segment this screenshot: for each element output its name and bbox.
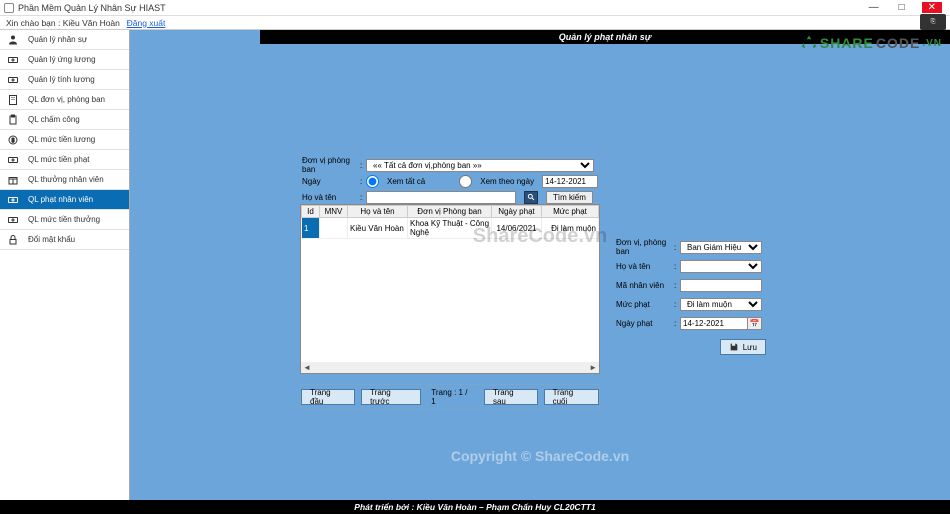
maximize-button[interactable]: □ bbox=[894, 2, 910, 13]
welcome-text: Xin chào bạn : Kiều Văn Hoàn bbox=[6, 18, 120, 28]
results-table: Id MNV Họ và tên Đơn vị Phòng ban Ngày p… bbox=[300, 204, 600, 374]
form-date-input[interactable] bbox=[680, 317, 748, 330]
money-icon bbox=[6, 154, 20, 166]
clipboard-icon bbox=[6, 114, 20, 126]
content-area: Quản lý phạt nhân sự SHARECODE.VN ShareC… bbox=[130, 30, 950, 500]
radio-view-all-label: Xem tất cả bbox=[387, 177, 425, 186]
sidebar-item-cham-cong[interactable]: QL chấm công bbox=[0, 110, 129, 130]
sharecode-logo: SHARECODE.VN bbox=[800, 34, 942, 52]
coin-icon: $ bbox=[6, 134, 20, 146]
sidebar-item-label: QL mức tiền phạt bbox=[28, 155, 90, 164]
money-icon bbox=[6, 214, 20, 226]
logout-link[interactable]: Đăng xuất bbox=[127, 18, 166, 28]
sidebar-item-label: Đổi mật khẩu bbox=[28, 235, 75, 244]
sidebar-item-doi-mk[interactable]: Đổi mật khẩu bbox=[0, 230, 129, 250]
page-prev-button[interactable]: Trang trước bbox=[361, 389, 421, 405]
sidebar-item-label: QL đơn vị, phòng ban bbox=[28, 95, 105, 104]
welcome-bar: Xin chào bạn : Kiều Văn Hoàn Đăng xuất ⎘ bbox=[0, 16, 950, 30]
form-level-select[interactable]: Đi làm muộn bbox=[680, 298, 762, 311]
window-titlebar: Phần Mềm Quản Lý Nhân Sự HIAST — □ ✕ bbox=[0, 0, 950, 16]
money-icon bbox=[6, 194, 20, 206]
horizontal-scrollbar[interactable]: ◄► bbox=[301, 362, 599, 373]
building-icon bbox=[6, 94, 20, 106]
radio-view-all[interactable] bbox=[366, 175, 379, 188]
col-date[interactable]: Ngày phạt bbox=[492, 206, 542, 218]
page-title: Quản lý phạt nhân sự bbox=[559, 32, 651, 42]
footer-text: Phát triển bởi : Kiều Văn Hoàn – Phạm Ch… bbox=[354, 502, 595, 512]
sidebar-item-label: QL thưởng nhân viên bbox=[28, 175, 104, 184]
filter-name-input[interactable] bbox=[366, 191, 516, 204]
filter-dept-label: Đơn vị phòng ban bbox=[300, 156, 360, 174]
save-icon bbox=[729, 342, 739, 352]
svg-text:$: $ bbox=[12, 138, 15, 144]
sidebar-item-label: Quản lý ứng lương bbox=[28, 55, 96, 64]
app-icon bbox=[4, 3, 14, 13]
filter-date-label: Ngày bbox=[300, 177, 360, 186]
gift-icon bbox=[6, 174, 20, 186]
col-level[interactable]: Mức phạt bbox=[542, 206, 599, 218]
sidebar-item-ung-luong[interactable]: Quản lý ứng lương bbox=[0, 50, 129, 70]
filter-panel: Đơn vị phòng ban : «« Tất cả đơn vị,phòn… bbox=[300, 158, 600, 206]
sidebar-item-muc-thuong[interactable]: QL mức tiền thưởng bbox=[0, 210, 129, 230]
sidebar-item-phat-nv[interactable]: QL phạt nhân viên bbox=[0, 190, 129, 210]
page-first-button[interactable]: Trang đầu bbox=[301, 389, 355, 405]
radio-view-by-date[interactable] bbox=[459, 175, 472, 188]
recycle-icon bbox=[800, 34, 818, 52]
form-emp-label: Mã nhân viên bbox=[616, 281, 674, 290]
form-dept-label: Đơn vị, phòng ban bbox=[616, 238, 674, 256]
form-level-label: Mức phạt bbox=[616, 300, 674, 309]
filter-name-label: Họ và tên bbox=[300, 193, 360, 202]
footer: Phát triển bởi : Kiều Văn Hoàn – Phạm Ch… bbox=[0, 500, 950, 514]
form-name-label: Họ và tên bbox=[616, 262, 674, 271]
form-name-select[interactable] bbox=[680, 260, 762, 273]
sidebar-item-thuong-nv[interactable]: QL thưởng nhân viên bbox=[0, 170, 129, 190]
sidebar-item-label: QL mức tiền thưởng bbox=[28, 215, 100, 224]
sidebar-item-muc-phat[interactable]: QL mức tiền phạt bbox=[0, 150, 129, 170]
search-icon bbox=[527, 193, 535, 201]
sidebar: Quản lý nhân sự Quản lý ứng lương Quản l… bbox=[0, 30, 130, 500]
sidebar-item-label: QL chấm công bbox=[28, 115, 80, 124]
minimize-button[interactable]: — bbox=[866, 2, 882, 13]
money-icon bbox=[6, 54, 20, 66]
search-button[interactable]: Tìm kiếm bbox=[546, 191, 593, 204]
save-button[interactable]: Lưu bbox=[720, 339, 766, 355]
form-date-label: Ngày phạt bbox=[616, 319, 674, 328]
window-title: Phần Mềm Quản Lý Nhân Sự HIAST bbox=[18, 3, 866, 13]
calendar-icon[interactable]: 📅 bbox=[748, 317, 762, 330]
sidebar-item-tinh-luong[interactable]: Quản lý tính lương bbox=[0, 70, 129, 90]
table-row[interactable]: 1 Kiều Văn Hoàn Khoa Kỹ Thuật - Công Ngh… bbox=[302, 218, 599, 239]
copyright-watermark: Copyright © ShareCode.vn bbox=[451, 448, 629, 464]
page-indicator: Trang : 1 / 1 bbox=[427, 388, 478, 406]
lock-icon bbox=[6, 234, 20, 246]
sidebar-item-label: QL phạt nhân viên bbox=[28, 195, 93, 204]
form-emp-input[interactable] bbox=[680, 279, 762, 292]
person-icon bbox=[6, 34, 20, 46]
col-name[interactable]: Họ và tên bbox=[348, 206, 408, 218]
sidebar-item-nhan-su[interactable]: Quản lý nhân sự bbox=[0, 30, 129, 50]
close-button[interactable]: ✕ bbox=[922, 2, 942, 13]
money-icon bbox=[6, 74, 20, 86]
sidebar-item-label: QL mức tiền lương bbox=[28, 135, 95, 144]
filter-date-input[interactable] bbox=[542, 175, 598, 188]
sidebar-item-muc-luong[interactable]: $ QL mức tiền lương bbox=[0, 130, 129, 150]
col-mnv[interactable]: MNV bbox=[320, 206, 348, 218]
sidebar-item-label: Quản lý tính lương bbox=[28, 75, 95, 84]
col-id[interactable]: Id bbox=[302, 206, 320, 218]
page-last-button[interactable]: Trang cuối bbox=[544, 389, 599, 405]
col-dept[interactable]: Đơn vị Phòng ban bbox=[408, 206, 492, 218]
radio-view-by-date-label: Xem theo ngày bbox=[480, 177, 534, 186]
taskbar-badge: ⎘ bbox=[920, 14, 946, 30]
page-next-button[interactable]: Trang sau bbox=[484, 389, 538, 405]
detail-form: Đơn vị, phòng ban : Ban Giám Hiệu Họ và … bbox=[616, 240, 766, 355]
form-dept-select[interactable]: Ban Giám Hiệu bbox=[680, 241, 762, 254]
sidebar-item-don-vi[interactable]: QL đơn vị, phòng ban bbox=[0, 90, 129, 110]
filter-dept-select[interactable]: «« Tất cả đơn vị,phòng ban »» bbox=[366, 159, 594, 172]
sidebar-item-label: Quản lý nhân sự bbox=[28, 35, 87, 44]
pager: Trang đầu Trang trước Trang : 1 / 1 Tran… bbox=[300, 384, 600, 410]
search-icon-button[interactable] bbox=[524, 191, 538, 204]
